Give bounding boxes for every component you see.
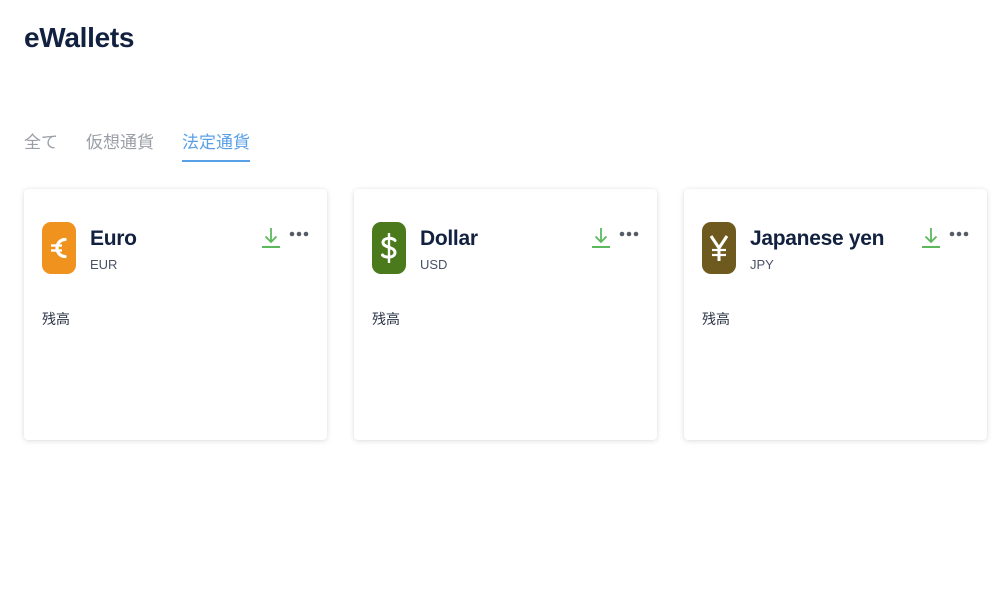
wallet-card-dollar[interactable]: Dollar USD 残高	[354, 189, 657, 440]
wallet-name: Japanese yen	[750, 227, 885, 250]
download-icon[interactable]	[920, 225, 942, 251]
wallet-code: JPY	[750, 257, 774, 272]
wallet-code: EUR	[90, 257, 118, 272]
balance-label: 残高	[372, 312, 400, 328]
currency-tabs: 全て 仮想通貨 法定通貨	[24, 128, 278, 162]
download-icon[interactable]	[260, 225, 282, 251]
euro-icon	[42, 222, 76, 274]
wallet-name: Dollar	[420, 227, 478, 250]
balance-label: 残高	[42, 312, 70, 328]
wallet-name: Euro	[90, 227, 137, 250]
wallet-code: USD	[420, 257, 448, 272]
download-icon[interactable]	[590, 225, 612, 251]
balance-label: 残高	[702, 312, 730, 328]
wallet-card-euro[interactable]: Euro EUR 残高	[24, 189, 327, 440]
tab-all[interactable]: 全て	[24, 128, 58, 162]
ewallets-page: eWallets 全て 仮想通貨 法定通貨 Euro EUR 残高 Dollar…	[0, 0, 1000, 600]
page-title: eWallets	[24, 22, 135, 53]
yen-icon	[702, 222, 736, 274]
tab-crypto[interactable]: 仮想通貨	[86, 128, 154, 162]
tab-fiat[interactable]: 法定通貨	[182, 128, 250, 162]
more-options-icon[interactable]	[948, 227, 970, 241]
wallet-cards: Euro EUR 残高 Dollar USD 残高 Japanese yen J…	[24, 189, 987, 440]
dollar-icon	[372, 222, 406, 274]
more-options-icon[interactable]	[288, 227, 310, 241]
wallet-card-yen[interactable]: Japanese yen JPY 残高	[684, 189, 987, 440]
more-options-icon[interactable]	[618, 227, 640, 241]
